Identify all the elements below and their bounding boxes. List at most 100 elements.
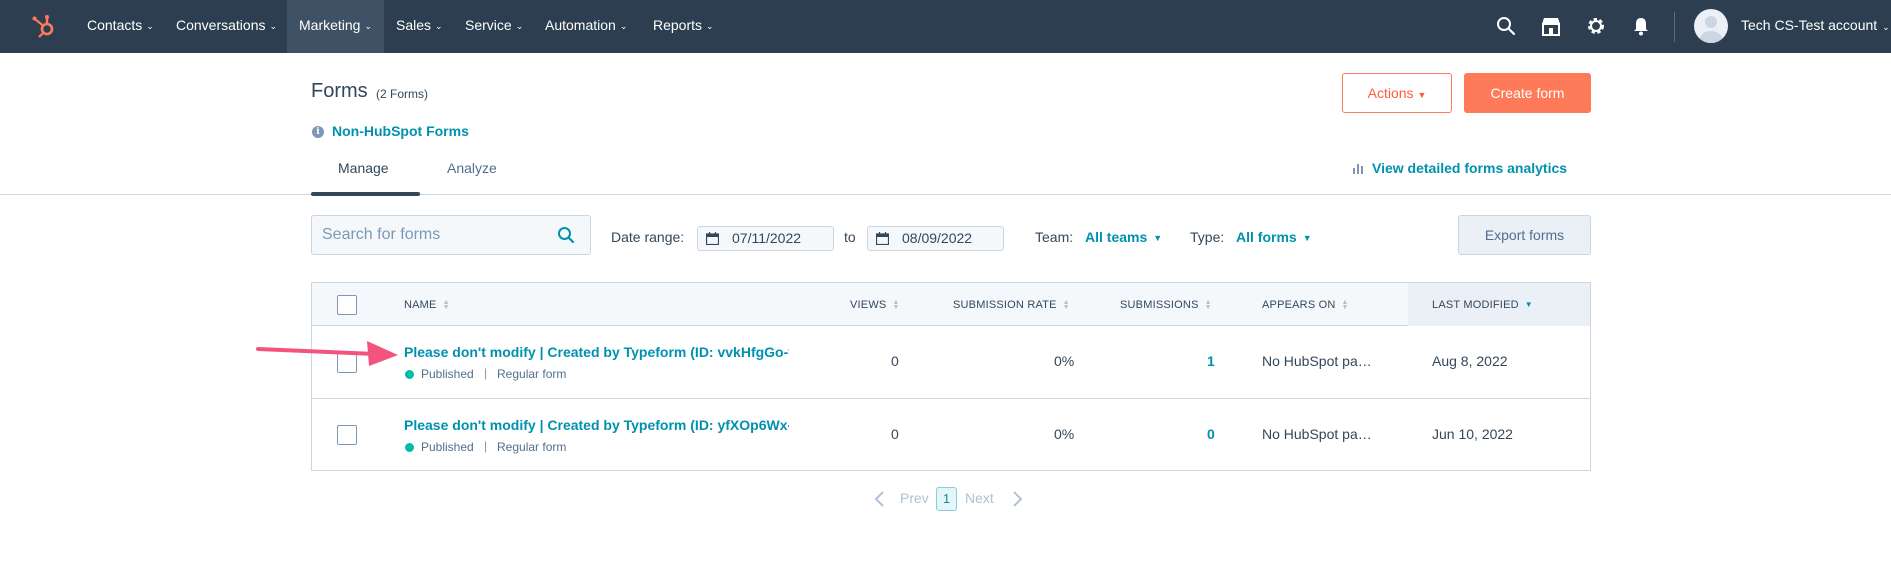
form-status: Published <box>421 440 474 454</box>
views-value: 0 <box>891 353 899 369</box>
divider: | <box>484 439 488 453</box>
form-status: Published <box>421 367 474 381</box>
date-to-field[interactable]: 08/09/2022 <box>867 226 1004 251</box>
tab-analyze[interactable]: Analyze <box>447 160 497 176</box>
column-header-views[interactable]: VIEWS ▲ ▼ <box>850 299 900 311</box>
chevron-left-icon[interactable] <box>873 490 885 508</box>
chevron-down-icon: ⌄ <box>706 21 714 31</box>
published-status-dot <box>405 443 414 452</box>
settings-icon[interactable] <box>1585 15 1607 37</box>
sort-icon: ▲ ▼ <box>1062 299 1070 312</box>
chevron-right-icon[interactable] <box>1012 490 1024 508</box>
nav-label: Marketing <box>299 17 361 33</box>
team-value: All teams <box>1085 229 1148 245</box>
nav-item-marketing[interactable]: Marketing ⌄ <box>287 0 385 53</box>
nav-item-automation[interactable]: Automation ⌄ <box>545 0 627 53</box>
forms-count: (2 Forms) <box>376 87 428 101</box>
avatar[interactable] <box>1694 9 1728 43</box>
table-row: Please don't modify | Created by Typefor… <box>312 398 1590 470</box>
search-input[interactable] <box>322 216 542 254</box>
info-icon: i <box>312 126 324 138</box>
prev-page-button[interactable]: Prev <box>900 490 929 506</box>
non-hubspot-forms-link[interactable]: Non-HubSpot Forms <box>332 123 469 139</box>
actions-button[interactable]: Actions ▼ <box>1342 73 1452 113</box>
table-header: NAME ▲ ▼ VIEWS ▲ ▼ SUBMISSION RATE ▲ ▼ SUBMISS… <box>312 283 1590 326</box>
chevron-down-icon: ⌄ <box>269 21 278 31</box>
appears-on-value: No HubSpot pa… <box>1262 426 1372 442</box>
column-label: SUBMISSION RATE <box>953 299 1057 311</box>
tabs-divider <box>0 194 1891 195</box>
nav-item-sales[interactable]: Sales ⌄ <box>396 0 443 53</box>
actions-label: Actions <box>1367 85 1414 101</box>
nav-item-service[interactable]: Service ⌄ <box>465 0 523 53</box>
bar-chart-icon <box>1353 164 1363 174</box>
team-label: Team: <box>1035 229 1074 245</box>
date-from-field[interactable]: 07/11/2022 <box>697 226 834 251</box>
nav-item-contacts[interactable]: Contacts ⌄ <box>87 0 154 53</box>
last-modified-value: Aug 8, 2022 <box>1432 353 1508 369</box>
view-analytics-link[interactable]: View detailed forms analytics <box>1352 160 1567 176</box>
calendar-icon <box>876 232 889 245</box>
date-to-value: 08/09/2022 <box>902 230 973 246</box>
search-box <box>311 215 591 255</box>
caret-down-icon: ▼ <box>1417 90 1427 100</box>
column-header-name[interactable]: NAME ▲ ▼ <box>404 299 450 311</box>
nav-label: Service <box>465 17 512 33</box>
search-icon[interactable] <box>557 226 575 244</box>
chevron-down-icon: ⌄ <box>146 21 154 31</box>
account-name: Tech CS-Test account <box>1741 17 1878 33</box>
top-navigation-bar: Contacts ⌄ Conversations ⌄ Marketing ⌄ Sale… <box>0 0 1891 53</box>
chevron-down-icon: ⌄ <box>515 21 524 31</box>
submission-rate-value: 0% <box>1054 353 1075 369</box>
calendar-icon <box>706 232 719 245</box>
export-forms-button[interactable]: Export forms <box>1458 215 1591 255</box>
divider: | <box>484 366 488 380</box>
table-row: Please don't modify | Created by Typefor… <box>312 326 1590 398</box>
form-name-link[interactable]: Please don't modify | Created by Typefor… <box>404 417 789 433</box>
form-type: Regular form <box>497 367 567 381</box>
marketplace-icon[interactable] <box>1540 15 1562 37</box>
nav-divider <box>1674 12 1675 42</box>
column-label: VIEWS <box>850 299 887 311</box>
submissions-link[interactable]: 1 <box>1207 353 1215 369</box>
published-status-dot <box>405 370 414 379</box>
column-label: SUBMISSIONS <box>1120 299 1199 311</box>
sort-icon: ▲ ▼ <box>1204 299 1212 312</box>
type-dropdown[interactable]: All forms ▼ <box>1236 229 1312 245</box>
active-tab-indicator <box>311 192 420 196</box>
column-header-submissions[interactable]: SUBMISSIONS ▲ ▼ <box>1120 299 1212 311</box>
form-name-link[interactable]: Please don't modify | Created by Typefor… <box>404 344 789 360</box>
chevron-down-icon: ⌄ <box>435 21 443 31</box>
tab-manage[interactable]: Manage <box>338 160 389 176</box>
account-menu[interactable]: Tech CS-Test account ⌄ <box>1741 0 1890 53</box>
search-icon[interactable] <box>1495 15 1517 37</box>
select-all-checkbox[interactable] <box>337 295 357 315</box>
create-form-button[interactable]: Create form <box>1464 73 1591 113</box>
chevron-down-icon: ⌄ <box>619 21 628 31</box>
user-silhouette-icon <box>1700 16 1722 43</box>
column-header-last-modified[interactable]: LAST MODIFIED ▼ <box>1432 299 1533 311</box>
column-header-appears-on[interactable]: APPEARS ON ▲ ▼ <box>1262 299 1349 311</box>
nav-label: Contacts <box>87 17 143 33</box>
submission-rate-value: 0% <box>1054 426 1075 442</box>
last-modified-value: Jun 10, 2022 <box>1432 426 1513 442</box>
caret-down-icon: ▼ <box>1302 233 1312 243</box>
current-page-button[interactable]: 1 <box>936 487 957 511</box>
nav-label: Automation <box>545 17 616 33</box>
column-label: NAME <box>404 299 437 311</box>
next-page-button[interactable]: Next <box>965 490 994 506</box>
nav-item-reports[interactable]: Reports ⌄ <box>653 0 714 53</box>
sort-descending-icon: ▼ <box>1524 300 1533 310</box>
column-header-submission-rate[interactable]: SUBMISSION RATE ▲ ▼ <box>953 299 1070 311</box>
to-label: to <box>844 229 856 245</box>
row-checkbox[interactable] <box>337 425 357 445</box>
nav-item-conversations[interactable]: Conversations ⌄ <box>176 0 277 53</box>
caret-down-icon: ▼ <box>1153 233 1163 243</box>
sort-icon: ▲ ▼ <box>442 299 450 312</box>
team-dropdown[interactable]: All teams ▼ <box>1085 229 1162 245</box>
hubspot-logo-icon[interactable] <box>30 13 56 39</box>
notifications-icon[interactable] <box>1630 15 1652 37</box>
type-label: Type: <box>1190 229 1225 245</box>
submissions-link[interactable]: 0 <box>1207 426 1215 442</box>
form-type: Regular form <box>497 440 567 454</box>
